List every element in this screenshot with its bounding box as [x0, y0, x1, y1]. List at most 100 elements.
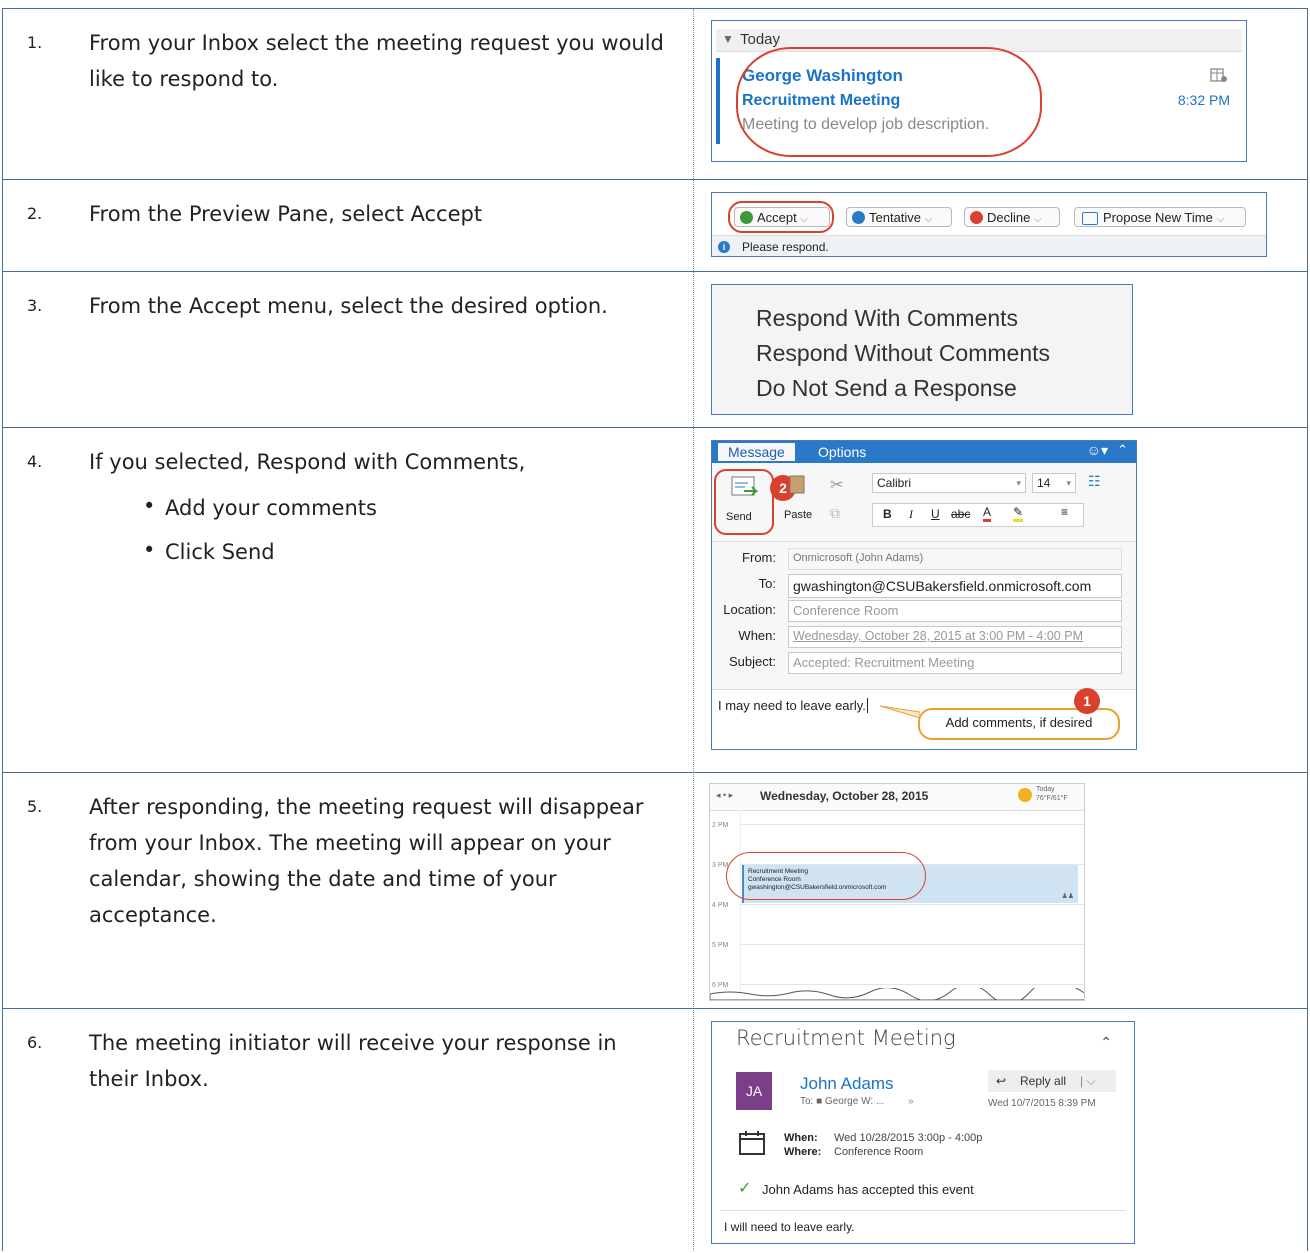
tentative-label: Tentative [869, 210, 922, 225]
dropdown-arrow-icon: ▾ [1016, 478, 1021, 488]
font-size-value: 14 [1037, 476, 1051, 490]
to-value: gwashington@CSUBakersfield.onmicrosoft.c… [793, 578, 1092, 594]
reply-all-label: Reply all [1020, 1074, 1067, 1088]
chevron-down-icon: ⌵ [1033, 214, 1042, 225]
italic-button[interactable]: I [909, 507, 913, 522]
compose-screenshot: Message Options ☺▾ ⌃ Send 2 Paste ✂ ⧉ Ca… [711, 440, 1137, 750]
torn-edge [710, 988, 1084, 1000]
reply-dropdown-icon[interactable]: | ⌵ [1080, 1070, 1096, 1092]
to-label: To: [758, 576, 776, 591]
when-label: When: [738, 628, 776, 643]
step-text: From the Accept menu, select the desired… [89, 294, 608, 318]
step-row-1: 1. From your Inbox select the meeting re… [3, 9, 1307, 179]
x-circle-icon [970, 211, 983, 224]
bullet-icon: • [143, 494, 156, 518]
tentative-button[interactable]: Tentative ⌵ [846, 207, 952, 227]
calendar-icon [739, 1131, 765, 1155]
strikethrough-button[interactable]: abc [951, 507, 970, 521]
paste-icon [789, 475, 805, 494]
question-icon [852, 211, 865, 224]
bold-button[interactable]: B [883, 507, 892, 521]
accepted-check-icon: ✓ [738, 1180, 752, 1197]
attendees-icon: ♟♟ [1061, 893, 1074, 900]
accepted-status: John Adams has accepted this event [762, 1182, 974, 1197]
step-number: 2. [27, 204, 43, 223]
step-text: The meeting initiator will receive your … [89, 1031, 617, 1091]
hour-label: 5 PM [712, 942, 729, 949]
weather-temp: 76°F/61°F [1036, 795, 1068, 802]
subject-label: Subject: [729, 654, 776, 669]
reply-date: Wed 10/7/2015 8:39 PM [988, 1098, 1096, 1109]
group-header: Today [740, 31, 781, 48]
step-number: 1. [27, 33, 43, 52]
tab-options[interactable]: Options [818, 444, 866, 460]
location-label: Location: [723, 602, 776, 617]
decline-button[interactable]: Decline ⌵ [964, 207, 1060, 227]
info-icon: i [718, 241, 730, 253]
avatar: JA [736, 1072, 772, 1110]
font-name-select[interactable]: Calibri ▾ [872, 473, 1026, 493]
from-field[interactable]: Onmicrosoft (John Adams) [788, 548, 1122, 570]
location-value: Conference Room [793, 603, 899, 618]
calendar-date: Wednesday, October 28, 2015 [760, 789, 929, 803]
hour-label: 3 PM [712, 862, 729, 869]
from-value: Onmicrosoft (John Adams) [793, 552, 924, 564]
meeting-request-icon [1210, 68, 1227, 82]
highlight-color-icon[interactable]: ✎ [1013, 505, 1024, 522]
highlight-oval [714, 469, 774, 535]
font-size-select[interactable]: 14 ▾ [1032, 473, 1076, 493]
body-text: I may need to leave early. [718, 698, 868, 713]
message-time: 8:32 PM [1177, 92, 1230, 108]
response-bar-screenshot: Accept ⌵ Tentative ⌵ Decline ⌵ Propose N… [711, 192, 1267, 257]
expand-recipients-icon[interactable]: » [908, 1096, 914, 1107]
decline-label: Decline [987, 210, 1031, 225]
reply-all-button[interactable]: ↩ Reply all | ⌵ [988, 1070, 1116, 1092]
bullet-icon: • [143, 538, 156, 562]
hour-label: 4 PM [712, 902, 729, 909]
smiley-icon[interactable]: ☺▾ [1087, 442, 1108, 459]
tab-message[interactable]: Message [718, 443, 795, 461]
collapse-ribbon-icon[interactable]: ⌃ [1117, 442, 1128, 458]
menu-item-do-not-send[interactable]: Do Not Send a Response [756, 371, 1050, 406]
message-body[interactable]: I may need to leave early. Add comments,… [712, 688, 1136, 749]
from-label: From: [742, 550, 776, 565]
align-icon[interactable]: ≡ [1061, 505, 1068, 519]
step-badge-1: 1 [1074, 688, 1100, 714]
hour-label: 2 PM [712, 822, 729, 829]
when-field[interactable]: Wednesday, October 28, 2015 at 3:00 PM -… [788, 626, 1122, 648]
collapse-arrow-icon[interactable]: ▼ [722, 32, 734, 46]
bullets-icon[interactable]: ☷ [1088, 473, 1101, 490]
menu-item-respond-without-comments[interactable]: Respond Without Comments [756, 336, 1050, 371]
where-label: Where: [784, 1146, 822, 1158]
copy-icon[interactable]: ⧉ [830, 505, 840, 522]
location-field[interactable]: Conference Room [788, 600, 1122, 622]
reply-all-icon: ↩ [996, 1074, 1007, 1088]
callout-pointer [880, 705, 920, 719]
to-field[interactable]: gwashington@CSUBakersfield.onmicrosoft.c… [788, 574, 1122, 598]
font-color-button[interactable]: A [983, 505, 992, 522]
when-value: Wed 10/28/2015 3:00p - 4:00p [834, 1132, 983, 1144]
calendar-nav-icon[interactable]: ◂ • ▸ [716, 790, 733, 801]
propose-label: Propose New Time [1103, 210, 1213, 225]
collapse-icon[interactable]: ⌃ [1100, 1034, 1112, 1051]
paste-label: Paste [784, 509, 813, 521]
menu-item-respond-with-comments[interactable]: Respond With Comments [756, 301, 1050, 336]
dropdown-arrow-icon: ▾ [1066, 478, 1071, 488]
step-row-5: 5. After responding, the meeting request… [3, 772, 1307, 1009]
propose-new-time-button[interactable]: Propose New Time ⌵ [1074, 207, 1246, 227]
step-text: If you selected, Respond with Comments, [89, 450, 526, 474]
underline-button[interactable]: U [931, 507, 940, 521]
reply-to: To: ■ George W: ... [800, 1096, 885, 1107]
response-notice: Please respond. [742, 240, 829, 254]
cut-icon[interactable]: ✂ [830, 475, 843, 495]
highlight-oval [736, 47, 1042, 157]
highlight-oval [726, 852, 926, 900]
step-number: 6. [27, 1033, 43, 1052]
bullet-text: Click Send [165, 540, 275, 564]
weather-label: Today [1036, 786, 1055, 793]
chevron-down-icon: ⌵ [924, 214, 933, 225]
step-row-6: 6. The meeting initiator will receive yo… [3, 1008, 1307, 1253]
instructions-table: 1. From your Inbox select the meeting re… [2, 8, 1308, 1251]
subject-field[interactable]: Accepted: Recruitment Meeting [788, 652, 1122, 674]
reply-body: I will need to leave early. [724, 1220, 855, 1234]
